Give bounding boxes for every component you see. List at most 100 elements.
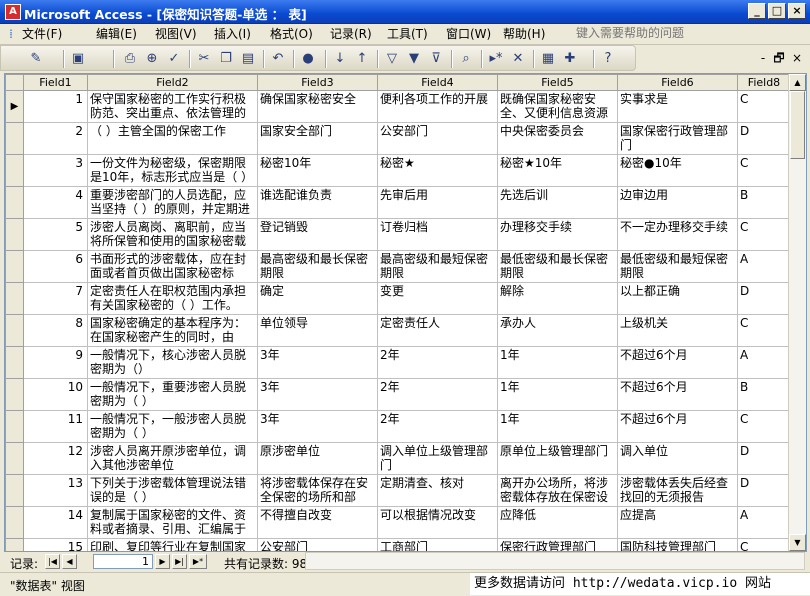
table-cell[interactable]: 14 xyxy=(23,506,88,539)
table-cell[interactable]: 书面形式的涉密载体，应在封面或者首页做出国家秘密标 xyxy=(87,250,258,283)
record-selector[interactable] xyxy=(5,410,24,443)
table-cell[interactable]: 秘密10年 xyxy=(257,154,378,187)
table-cell[interactable]: D xyxy=(737,474,791,507)
menu-tools[interactable]: 工具(T) xyxy=(387,26,428,42)
save-icon[interactable]: ▣ xyxy=(69,50,87,68)
table-cell[interactable]: 不一定办理移交手续 xyxy=(617,218,738,251)
table-cell[interactable]: 一份文件为秘密级，保密期限是10年，标志形式应当是（ ） xyxy=(87,154,258,187)
find-icon[interactable]: ⌕ xyxy=(457,50,475,68)
table-cell[interactable]: 定密责任人 xyxy=(377,314,498,347)
table-cell[interactable]: 离开办公场所，将涉密载体存放在保密设 xyxy=(497,474,618,507)
menu-help[interactable]: 帮助(H) xyxy=(503,26,545,42)
undo-icon[interactable]: ↶ xyxy=(269,50,287,68)
table-cell[interactable]: 1年 xyxy=(497,346,618,379)
table-row[interactable]: 3 一份文件为秘密级，保密期限是10年，标志形式应当是（ ） 秘密10年 秘密★ 秘密★… xyxy=(5,154,791,187)
table-cell[interactable]: 2年 xyxy=(377,346,498,379)
table-row[interactable]: 5 涉密人员离岗、离职前，应当将所保管和使用的国家秘密载 登记销毁 订卷归档 办理移交手… xyxy=(5,218,791,251)
table-cell[interactable]: 可以根据情况改变 xyxy=(377,506,498,539)
table-cell[interactable]: C xyxy=(737,410,791,443)
table-cell[interactable]: 11 xyxy=(23,410,88,443)
table-cell[interactable]: 边审边用 xyxy=(617,186,738,219)
insert-hyperlink-icon[interactable]: ● xyxy=(299,50,317,68)
table-cell[interactable]: 1 xyxy=(23,90,88,123)
help-icon[interactable]: ? xyxy=(599,50,617,68)
new-record-icon[interactable]: ▸* xyxy=(487,50,505,68)
table-cell[interactable]: 国家秘密确定的基本程序为：在国家秘密产生的同时，由 xyxy=(87,314,258,347)
table-cell[interactable]: 涉密载体丢失后经查找回的无须报告 xyxy=(617,474,738,507)
sort-descending-icon[interactable]: ↑ xyxy=(353,50,371,68)
mdi-restore-icon[interactable]: 🗗 xyxy=(772,51,786,65)
table-cell[interactable]: 复制属于国家秘密的文件、资料或者摘录、引用、汇编属于 xyxy=(87,506,258,539)
table-cell[interactable]: 不超过6个月 xyxy=(617,410,738,443)
table-cell[interactable]: 解除 xyxy=(497,282,618,315)
table-cell[interactable]: C xyxy=(737,154,791,187)
table-cell[interactable]: 12 xyxy=(23,442,88,475)
current-record-input[interactable]: 1 xyxy=(93,554,153,569)
filter-by-form-icon[interactable]: ▼ xyxy=(405,50,423,68)
table-cell[interactable]: 确定 xyxy=(257,282,378,315)
table-row[interactable]: 7 定密责任人在职权范围内承担有关国家秘密的（ ）工作。 确定 变更 解除 以上都正确 D xyxy=(5,282,791,315)
record-selector[interactable] xyxy=(5,250,24,283)
table-row[interactable]: 15 印刷、复印等行业在复制国家秘密载体方面，接受县级以上 公安部门 工商部门 保密行政… xyxy=(5,538,791,551)
table-cell[interactable]: 9 xyxy=(23,346,88,379)
cut-icon[interactable]: ✂ xyxy=(195,50,213,68)
table-cell[interactable]: 重要涉密部门的人员选配，应当坚持（ ）的原则，并定期进 xyxy=(87,186,258,219)
scroll-up-icon[interactable]: ▲ xyxy=(789,74,806,91)
column-header[interactable]: Field3 xyxy=(257,74,378,91)
table-cell[interactable]: C xyxy=(737,538,791,551)
table-cell[interactable]: C xyxy=(737,218,791,251)
table-cell[interactable]: 先审后用 xyxy=(377,186,498,219)
table-row[interactable]: 8 国家秘密确定的基本程序为：在国家秘密产生的同时，由 单位领导 定密责任人 承办人 上级… xyxy=(5,314,791,347)
table-cell[interactable]: 2年 xyxy=(377,410,498,443)
mdi-close-icon[interactable]: × xyxy=(790,51,804,65)
table-row[interactable]: 4 重要涉密部门的人员选配，应当坚持（ ）的原则，并定期进 谁选配谁负责 先审后用 先选… xyxy=(5,186,791,219)
apply-filter-icon[interactable]: ⊽ xyxy=(427,50,445,68)
menu-edit[interactable]: 编辑(E) xyxy=(96,26,137,42)
table-cell[interactable]: 变更 xyxy=(377,282,498,315)
menu-format[interactable]: 格式(O) xyxy=(270,26,313,42)
table-cell[interactable]: 2年 xyxy=(377,378,498,411)
record-selector[interactable] xyxy=(5,186,24,219)
table-cell[interactable]: 不得擅自改变 xyxy=(257,506,378,539)
table-cell[interactable]: 订卷归档 xyxy=(377,218,498,251)
scroll-down-icon[interactable]: ▼ xyxy=(789,534,806,551)
spelling-icon[interactable]: ✓ xyxy=(165,50,183,68)
table-cell[interactable]: 不超过6个月 xyxy=(617,346,738,379)
menu-file[interactable]: 文件(F) xyxy=(22,26,62,42)
help-search-input[interactable] xyxy=(572,25,742,42)
new-record-button[interactable]: ▶* xyxy=(189,554,207,569)
table-cell[interactable]: 涉密人员离岗、离职前，应当将所保管和使用的国家秘密载 xyxy=(87,218,258,251)
table-row[interactable]: 9 一般情况下，核心涉密人员脱密期为（） 3年 2年 1年 不超过6个月 A xyxy=(5,346,791,379)
table-row[interactable]: 14 复制属于国家秘密的文件、资料或者摘录、引用、汇编属于 不得擅自改变 可以根据情况… xyxy=(5,506,791,539)
table-cell[interactable]: 公安部门 xyxy=(377,122,498,155)
table-cell[interactable]: 调入单位 xyxy=(617,442,738,475)
paste-icon[interactable]: ▤ xyxy=(239,50,257,68)
table-cell[interactable]: A xyxy=(737,346,791,379)
column-header[interactable]: Field5 xyxy=(497,74,618,91)
column-header[interactable]: Field4 xyxy=(377,74,498,91)
record-selector[interactable] xyxy=(5,442,24,475)
scroll-thumb[interactable] xyxy=(790,91,805,159)
table-cell[interactable]: 应降低 xyxy=(497,506,618,539)
filter-by-selection-icon[interactable]: ▽ xyxy=(383,50,401,68)
table-cell[interactable]: 国防科技管理部门 xyxy=(617,538,738,551)
table-cell[interactable]: B xyxy=(737,378,791,411)
table-cell[interactable]: 最低密级和最长保密期限 xyxy=(497,250,618,283)
table-cell[interactable]: A xyxy=(737,250,791,283)
table-cell[interactable]: 国家安全部门 xyxy=(257,122,378,155)
table-cell[interactable]: 工商部门 xyxy=(377,538,498,551)
table-cell[interactable]: 6 xyxy=(23,250,88,283)
design-view-icon[interactable]: ✎ xyxy=(27,50,45,68)
column-header[interactable]: Field6 xyxy=(617,74,738,91)
table-cell[interactable]: 办理移交手续 xyxy=(497,218,618,251)
copy-icon[interactable]: ❐ xyxy=(217,50,235,68)
table-row[interactable]: 10 一般情况下，重要涉密人员脱密期为（ ） 3年 2年 1年 不超过6个月 B xyxy=(5,378,791,411)
table-cell[interactable]: 秘密●10年 xyxy=(617,154,738,187)
table-cell[interactable]: 定密责任人在职权范围内承担有关国家秘密的（ ）工作。 xyxy=(87,282,258,315)
table-cell[interactable]: 确保国家秘密安全 xyxy=(257,90,378,123)
table-cell[interactable]: 3 xyxy=(23,154,88,187)
table-cell[interactable]: 一般情况下，核心涉密人员脱密期为（） xyxy=(87,346,258,379)
table-cell[interactable]: 原单位上级管理部门 xyxy=(497,442,618,475)
record-selector[interactable] xyxy=(5,378,24,411)
record-selector[interactable] xyxy=(5,506,24,539)
